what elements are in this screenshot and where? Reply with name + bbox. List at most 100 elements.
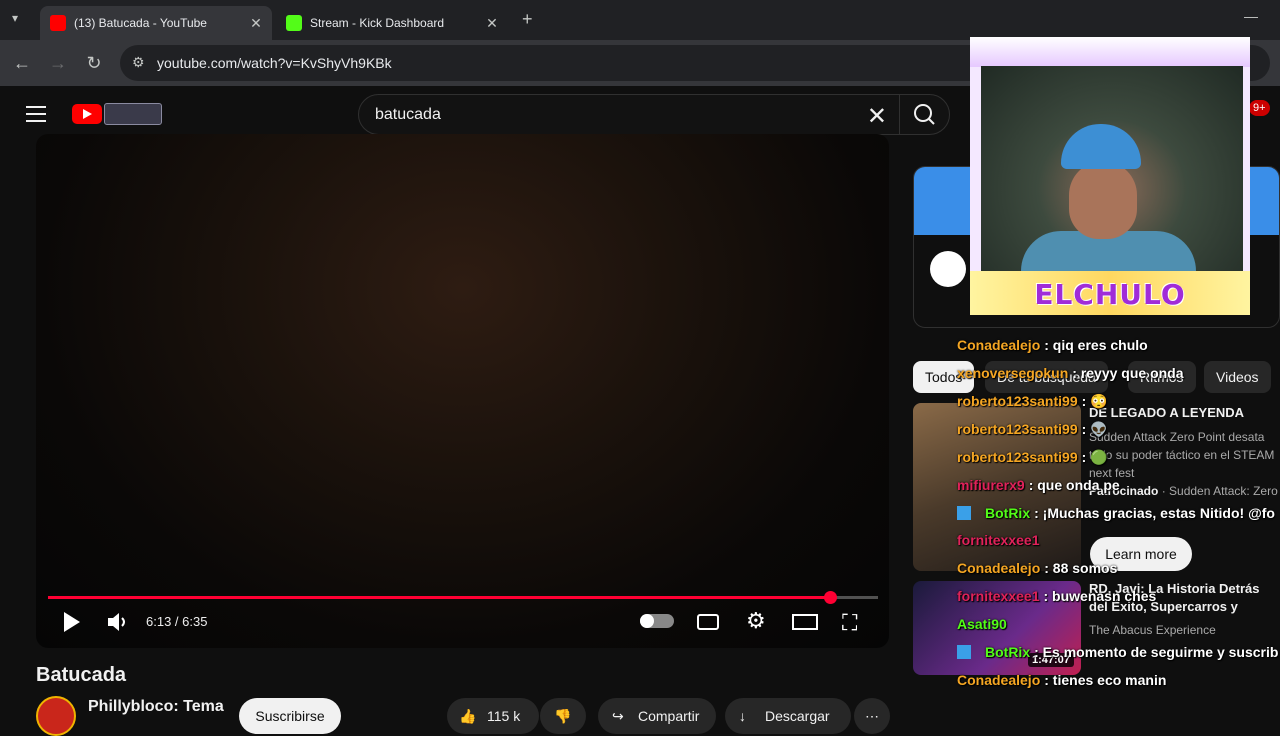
tab-kick-dashboard[interactable]: Stream - Kick Dashboard ✕ bbox=[276, 6, 508, 40]
scrubber-handle[interactable] bbox=[823, 591, 837, 604]
search-icon bbox=[914, 104, 935, 125]
chat-username: fornitexxee1 bbox=[957, 532, 1040, 548]
chat-message: xenoversegokun: reyyy que onda bbox=[957, 365, 1184, 381]
chat-message: Asati90 bbox=[957, 616, 1011, 632]
download-label: Descargar bbox=[765, 708, 830, 724]
bot-badge-icon bbox=[957, 506, 971, 520]
chat-message: BotRix: ¡Muchas gracias, estas Nitido! @… bbox=[957, 505, 1275, 521]
chat-message: fornitexxee1: buwenasn ches bbox=[957, 588, 1156, 604]
chat-username: Conadealejo bbox=[957, 337, 1041, 353]
chip-videos[interactable]: Videos bbox=[1204, 361, 1271, 393]
url-text: youtube.com/watch?v=KvShyVh9KBk bbox=[157, 55, 392, 71]
bot-badge-icon bbox=[957, 645, 971, 659]
channel-name[interactable]: Phillybloco: Tema bbox=[88, 698, 224, 716]
search-box[interactable]: batucada ✕ bbox=[358, 94, 950, 135]
chat-text: : ¡Muchas gracias, estas Nitido! @fo bbox=[1034, 505, 1275, 521]
chat-message: mifiurerx9: que onda pe bbox=[957, 477, 1120, 493]
volume-icon[interactable] bbox=[106, 610, 130, 634]
thumbs-up-icon: 👍 bbox=[459, 708, 477, 724]
like-count: 115 k bbox=[487, 708, 521, 724]
hamburger-menu-icon[interactable] bbox=[26, 106, 46, 127]
chat-username: Asati90 bbox=[957, 616, 1007, 632]
ad-sponsor-name: Sudden Attack: Zero ... bbox=[1169, 484, 1279, 498]
chat-text: : qiq eres chulo bbox=[1044, 337, 1148, 353]
chat-username: BotRix bbox=[985, 505, 1031, 521]
kick-favicon-icon bbox=[286, 15, 302, 31]
webcam-frame-top bbox=[970, 37, 1250, 67]
chat-username: roberto123santi99 bbox=[957, 449, 1078, 465]
tab-search-dropdown-icon[interactable]: ▾ bbox=[12, 11, 18, 25]
chat-message: fornitexxee1 bbox=[957, 532, 1043, 548]
play-icon[interactable] bbox=[62, 610, 82, 634]
subscribe-button[interactable]: Suscribirse bbox=[239, 698, 341, 734]
like-button[interactable]: 👍 115 k bbox=[447, 698, 539, 734]
share-button[interactable]: ↪ Compartir bbox=[598, 698, 716, 734]
forward-arrow-icon[interactable]: → bbox=[48, 53, 68, 74]
chat-username: Conadealejo bbox=[957, 560, 1041, 576]
site-settings-icon[interactable]: ⚙ bbox=[132, 54, 145, 71]
chat-username: fornitexxee1 bbox=[957, 588, 1040, 604]
chat-message: BotRix: Es momento de seguirme y suscrib bbox=[957, 644, 1278, 660]
clear-search-icon[interactable]: ✕ bbox=[867, 102, 887, 131]
close-tab-icon[interactable]: ✕ bbox=[482, 15, 502, 32]
ad-title[interactable]: DE LEGADO A LEYENDA bbox=[1089, 404, 1279, 422]
chat-text: : buwenasn ches bbox=[1043, 588, 1157, 604]
search-input[interactable]: batucada bbox=[375, 106, 441, 124]
close-tab-icon[interactable]: ✕ bbox=[246, 15, 266, 32]
youtube-favicon-icon bbox=[50, 15, 66, 31]
minimize-window-icon[interactable]: — bbox=[1244, 8, 1258, 24]
theater-mode-icon[interactable] bbox=[792, 614, 818, 630]
chat-message: Conadealejo: qiq eres chulo bbox=[957, 337, 1148, 353]
progress-bar[interactable] bbox=[48, 591, 878, 604]
chat-username: mifiurerx9 bbox=[957, 477, 1025, 493]
chat-text: : Es momento de seguirme y suscrib bbox=[1034, 644, 1279, 660]
channel-logo-badge bbox=[104, 103, 162, 125]
chat-message: roberto123santi99: 🟢 bbox=[957, 449, 1108, 466]
time-display: 6:13 / 6:35 bbox=[146, 614, 208, 629]
chat-username: xenoversegokun bbox=[957, 365, 1069, 381]
chat-text: : que onda pe bbox=[1028, 477, 1120, 493]
settings-gear-icon[interactable]: ⚙ bbox=[746, 608, 766, 634]
browser-tab-bar: ▾ (13) Batucada - YouTube ✕ Stream - Kic… bbox=[0, 0, 1280, 40]
chat-message: roberto123santi99: 👽 bbox=[957, 421, 1108, 438]
autoplay-toggle[interactable] bbox=[640, 614, 674, 628]
notification-badge: 9+ bbox=[1249, 100, 1270, 116]
related-video-channel[interactable]: The Abacus Experience bbox=[1089, 623, 1279, 637]
ad-description: Sudden Attack Zero Point desata todo su … bbox=[1089, 430, 1275, 480]
dislike-button[interactable]: 👎 bbox=[540, 698, 586, 734]
subtitles-icon[interactable] bbox=[697, 614, 719, 630]
chat-username: BotRix bbox=[985, 644, 1031, 660]
search-button[interactable] bbox=[899, 95, 949, 134]
chat-username: Conadealejo bbox=[957, 672, 1041, 688]
webcam-person-cap bbox=[1061, 124, 1141, 169]
chat-text: : 😳 bbox=[1081, 393, 1108, 409]
chat-text: : 88 somos bbox=[1044, 560, 1118, 576]
chat-text: : tienes eco manin bbox=[1044, 672, 1167, 688]
new-tab-icon[interactable]: + bbox=[522, 9, 533, 30]
youtube-logo[interactable] bbox=[72, 104, 102, 124]
tab-title: Stream - Kick Dashboard bbox=[310, 16, 445, 30]
chat-text: : reyyy que onda bbox=[1072, 365, 1184, 381]
back-arrow-icon[interactable]: ← bbox=[12, 53, 32, 74]
channel-avatar[interactable] bbox=[36, 696, 76, 736]
chat-text: : 🟢 bbox=[1081, 449, 1108, 465]
download-icon: ↓ bbox=[739, 708, 746, 724]
more-actions-button[interactable]: ⋯ bbox=[854, 698, 890, 734]
fullscreen-icon[interactable]: ⛶ bbox=[842, 610, 857, 636]
chat-username: roberto123santi99 bbox=[957, 393, 1078, 409]
webcam-person-face bbox=[1069, 161, 1137, 239]
thumbs-down-icon: 👎 bbox=[554, 708, 572, 724]
video-player[interactable]: 6:13 / 6:35 ⚙ ⛶ bbox=[36, 134, 889, 648]
reload-icon[interactable]: ↻ bbox=[84, 53, 104, 74]
webcam-overlay: ELCHULO bbox=[970, 37, 1250, 315]
webcam-video bbox=[981, 66, 1243, 276]
chat-username: roberto123santi99 bbox=[957, 421, 1078, 437]
video-title: Batucada bbox=[36, 664, 127, 686]
chat-message: Conadealejo: 88 somos bbox=[957, 560, 1117, 576]
share-icon: ↪ bbox=[612, 708, 624, 724]
streamer-name: ELCHULO bbox=[1034, 278, 1186, 311]
chat-message: Conadealejo: tienes eco manin bbox=[957, 672, 1166, 688]
download-button[interactable]: ↓ Descargar bbox=[725, 698, 851, 734]
share-label: Compartir bbox=[638, 708, 700, 724]
tab-youtube[interactable]: (13) Batucada - YouTube ✕ bbox=[40, 6, 272, 40]
